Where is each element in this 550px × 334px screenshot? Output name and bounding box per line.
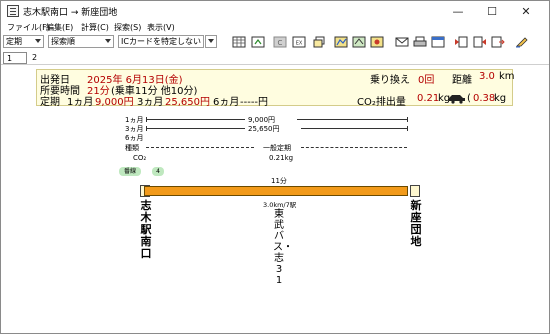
prev-route-icon[interactable]	[454, 36, 468, 48]
detail-row-label: 6ヵ月	[125, 134, 144, 142]
print-icon[interactable]	[413, 36, 427, 48]
menu-file[interactable]: ファイル(F)	[7, 22, 50, 34]
svg-text:EX: EX	[296, 41, 303, 47]
map-alt-icon[interactable]	[370, 36, 384, 48]
detail-row-value: 0.21kg	[269, 154, 294, 162]
to-station-node[interactable]	[410, 185, 420, 197]
ex-button-icon[interactable]: EX	[292, 36, 306, 48]
co2-value: 0.21	[417, 93, 440, 104]
menu-bar: ファイル(F) 編集(E) 計算(C) 探索(S) 表示(V)	[1, 22, 549, 34]
co2-label: CO₂排出量	[357, 97, 406, 108]
ic-card-value: ICカードを特定しない	[121, 37, 201, 46]
chevron-down-icon	[35, 39, 41, 43]
copy-icon[interactable]	[312, 36, 326, 48]
next-route-icon[interactable]	[473, 36, 487, 48]
pass-label: 定期	[40, 97, 60, 108]
fare-type-select[interactable]: 定期	[3, 35, 44, 48]
month6-value: -----円	[240, 97, 269, 108]
route-summary: 出発日 2025年 6月13日(金) 乗り換え 0回 距離 3.0 km 所要時…	[36, 69, 515, 108]
detail-row-label: CO₂	[133, 154, 147, 162]
car-co2-unit: kg	[494, 93, 507, 104]
route-map-icon[interactable]	[334, 36, 348, 48]
route-segment-bar[interactable]	[144, 186, 408, 196]
month3-value: 25,650円	[165, 97, 210, 108]
month1-label: 1ヵ月	[67, 97, 94, 108]
car-co2-value: 0.38	[473, 93, 496, 104]
car-icon	[448, 94, 466, 107]
distance-value: 3.0	[479, 71, 495, 82]
route-duration: 11分	[271, 177, 287, 185]
c-button-icon[interactable]: C	[273, 36, 287, 48]
close-button[interactable]: ✕	[509, 1, 543, 22]
chevron-down-icon	[105, 39, 111, 43]
month1-value: 9,000円	[95, 97, 134, 108]
toolbar: 定期 探索順 ICカードを特定しない C EX	[1, 34, 549, 50]
menu-search[interactable]: 探索(S)	[114, 22, 141, 34]
window-icon[interactable]	[431, 36, 445, 48]
app-icon	[7, 5, 19, 17]
detail-row-value: 25,650円	[248, 125, 280, 133]
minimize-button[interactable]: —	[441, 1, 475, 22]
detail-row-value: 一般定期	[263, 144, 291, 152]
platform-label-badge: 番線	[119, 167, 141, 176]
detail-row-label: 種類	[125, 144, 139, 152]
maximize-button[interactable]: ☐	[475, 1, 509, 22]
platform-number-badge: 4	[152, 167, 164, 176]
route-tabs: 1 2	[1, 51, 549, 65]
line-name[interactable]: 東武バス・志31	[273, 209, 293, 286]
month3-label: 3ヵ月	[137, 97, 164, 108]
svg-text:C: C	[278, 39, 283, 47]
sort-select[interactable]: 探索順	[48, 35, 114, 48]
edit-icon[interactable]	[515, 36, 529, 48]
tab-route-2[interactable]: 2	[29, 52, 43, 64]
menu-view[interactable]: 表示(V)	[147, 22, 175, 34]
ic-card-dropdown-button[interactable]	[205, 35, 217, 48]
fare-type-value: 定期	[6, 37, 22, 46]
app-window: 志木駅南口 → 新座団地 — ☐ ✕ ファイル(F) 編集(E) 計算(C) 探…	[0, 0, 550, 334]
timetable-icon[interactable]	[251, 36, 265, 48]
chevron-down-icon	[208, 39, 214, 43]
transfer-count: 0回	[418, 75, 435, 86]
table-icon[interactable]	[232, 36, 246, 48]
to-station-name[interactable]: 新座団地	[410, 200, 422, 248]
sort-value: 探索順	[51, 37, 75, 46]
title-bar: 志木駅南口 → 新座団地 — ☐ ✕	[1, 1, 549, 22]
menu-edit[interactable]: 編集(E)	[46, 22, 73, 34]
transfer-label: 乗り換え	[370, 75, 410, 86]
tab-route-1[interactable]: 1	[3, 52, 27, 64]
mail-icon[interactable]	[395, 36, 409, 48]
from-station-name[interactable]: 志木駅南口	[140, 200, 152, 260]
map-icon[interactable]	[352, 36, 366, 48]
month6-label: 6ヵ月	[213, 97, 240, 108]
ic-card-select[interactable]: ICカードを特定しない	[118, 35, 204, 48]
menu-calc[interactable]: 計算(C)	[81, 22, 109, 34]
window-title: 志木駅南口 → 新座団地	[23, 8, 118, 18]
distance-label: 距離	[452, 75, 472, 86]
route-distance-stops: 3.0km/7駅	[263, 201, 297, 209]
export-icon[interactable]	[491, 36, 505, 48]
distance-unit: km	[499, 71, 515, 82]
